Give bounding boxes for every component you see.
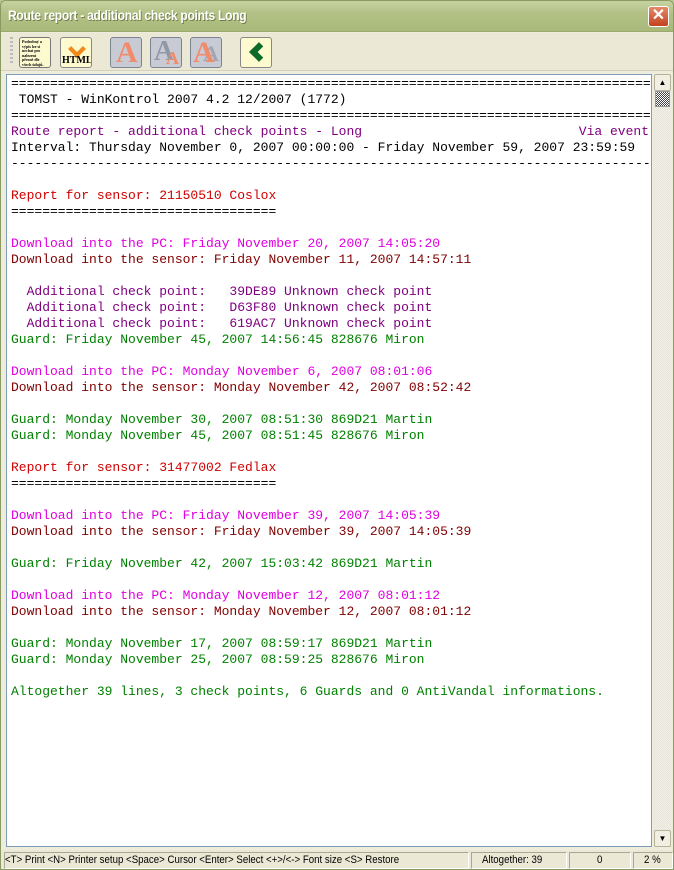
arrow-up-icon: ▲ bbox=[658, 78, 667, 87]
report-line: Download into the sensor: Friday Novembe… bbox=[11, 252, 472, 267]
font-smaller-button[interactable]: A A bbox=[150, 37, 182, 68]
font-small-glyph: A bbox=[166, 48, 179, 68]
report-line: Route report - additional check points -… bbox=[11, 124, 363, 139]
report-line: Guard: Monday November 17, 2007 08:59:17… bbox=[11, 636, 433, 651]
report-view[interactable]: ================================== ======… bbox=[6, 74, 652, 847]
report-line: Guard: Friday November 45, 2007 14:56:45… bbox=[11, 332, 425, 347]
report-line: Download into the PC: Friday November 20… bbox=[11, 236, 441, 251]
html-label: HTML bbox=[62, 55, 92, 66]
report-line bbox=[11, 492, 651, 508]
report-line: Download into the sensor: Monday Novembe… bbox=[11, 604, 472, 619]
report-line: Guard: Monday November 25, 2007 08:59:25… bbox=[11, 652, 425, 667]
report-line bbox=[11, 348, 651, 364]
report-text: ================================== ======… bbox=[11, 76, 652, 700]
detailed-report-button[interactable]: Podrobný a výpis lze si nechat pro nalez… bbox=[19, 37, 51, 68]
report-line bbox=[11, 540, 651, 556]
report-line: Guard: Monday November 45, 2007 08:51:45… bbox=[11, 428, 425, 443]
font-larger-icon: A bbox=[193, 37, 215, 68]
vertical-scrollbar[interactable]: ▲ ▼ bbox=[654, 74, 671, 847]
report-line: Download into the PC: Monday November 6,… bbox=[11, 364, 433, 379]
report-line: Altogether 39 lines, 3 check points, 6 G… bbox=[11, 684, 604, 699]
report-line: ================================== bbox=[11, 204, 277, 219]
report-line bbox=[11, 268, 651, 284]
report-line: Guard: Monday November 30, 2007 08:51:30… bbox=[11, 412, 433, 427]
status-percent: 2 % bbox=[633, 852, 673, 869]
report-line: Download into the PC: Friday November 39… bbox=[11, 508, 441, 523]
report-line: Interval: Thursday November 0, 2007 00:0… bbox=[11, 140, 636, 155]
via-event-label: Via event bbox=[578, 124, 649, 139]
status-bar: <T> Print <N> Printer setup <Space> Curs… bbox=[1, 850, 673, 869]
scroll-down-button[interactable]: ▼ bbox=[654, 830, 671, 847]
report-line: Additional check point: 619AC7 Unknown c… bbox=[11, 316, 433, 331]
total-lines-text: Altogether: 39 bbox=[482, 854, 543, 866]
report-line: ========================================… bbox=[11, 76, 652, 91]
chevron-left-icon bbox=[249, 42, 269, 62]
arrow-down-icon: ▼ bbox=[658, 834, 667, 843]
font-icon: A bbox=[116, 37, 138, 68]
report-line bbox=[11, 620, 651, 636]
status-cursor: 0 bbox=[569, 852, 631, 869]
toolbar-grip[interactable] bbox=[10, 37, 13, 65]
document-text-icon: Podrobný a výpis lze si nechat pro nalez… bbox=[22, 39, 44, 67]
window-title: Route report - additional check points L… bbox=[8, 7, 247, 23]
report-line: ========================================… bbox=[11, 108, 652, 123]
report-line: Additional check point: D63F80 Unknown c… bbox=[11, 300, 433, 315]
cursor-position-text: 0 bbox=[596, 854, 603, 866]
scroll-up-button[interactable]: ▲ bbox=[654, 74, 671, 91]
html-export-button[interactable]: HTML bbox=[60, 37, 92, 68]
report-line: Download into the sensor: Monday Novembe… bbox=[11, 380, 472, 395]
report-line bbox=[11, 172, 651, 188]
toolbar: Podrobný a výpis lze si nechat pro nalez… bbox=[1, 33, 673, 71]
report-line: Report for sensor: 31477002 Fedlax bbox=[11, 460, 277, 475]
report-line bbox=[11, 668, 651, 684]
report-line bbox=[11, 444, 651, 460]
keyboard-help-text: <T> Print <N> Printer setup <Space> Curs… bbox=[5, 854, 400, 866]
report-line: Download into the PC: Monday November 12… bbox=[11, 588, 441, 603]
title-bar[interactable]: Route report - additional check points L… bbox=[1, 1, 673, 32]
report-line: TOMST - WinKontrol 2007 4.2 12/2007 (177… bbox=[11, 92, 347, 107]
report-line bbox=[11, 396, 651, 412]
report-window: Route report - additional check points L… bbox=[0, 0, 674, 870]
report-line: Download into the sensor: Friday Novembe… bbox=[11, 524, 472, 539]
status-total: Altogether: 39 bbox=[471, 852, 567, 869]
close-icon: ✕ bbox=[651, 7, 666, 24]
close-button[interactable]: ✕ bbox=[648, 6, 669, 27]
scroll-percent-text: 2 % bbox=[643, 854, 661, 866]
font-normal-button[interactable]: A bbox=[110, 37, 142, 68]
status-help: <T> Print <N> Printer setup <Space> Curs… bbox=[4, 852, 469, 869]
font-larger-button[interactable]: A A bbox=[190, 37, 222, 68]
report-line: Report for sensor: 21150510 Coslox bbox=[11, 188, 277, 203]
report-line bbox=[11, 220, 651, 236]
back-button[interactable] bbox=[240, 37, 272, 68]
report-line: Guard: Friday November 42, 2007 15:03:42… bbox=[11, 556, 433, 571]
report-line bbox=[11, 572, 651, 588]
scroll-thumb[interactable] bbox=[655, 91, 670, 107]
report-line: Additional check point: 39DE89 Unknown c… bbox=[11, 284, 433, 299]
report-line: ----------------------------------------… bbox=[11, 156, 652, 171]
report-line: ================================== bbox=[11, 476, 277, 491]
